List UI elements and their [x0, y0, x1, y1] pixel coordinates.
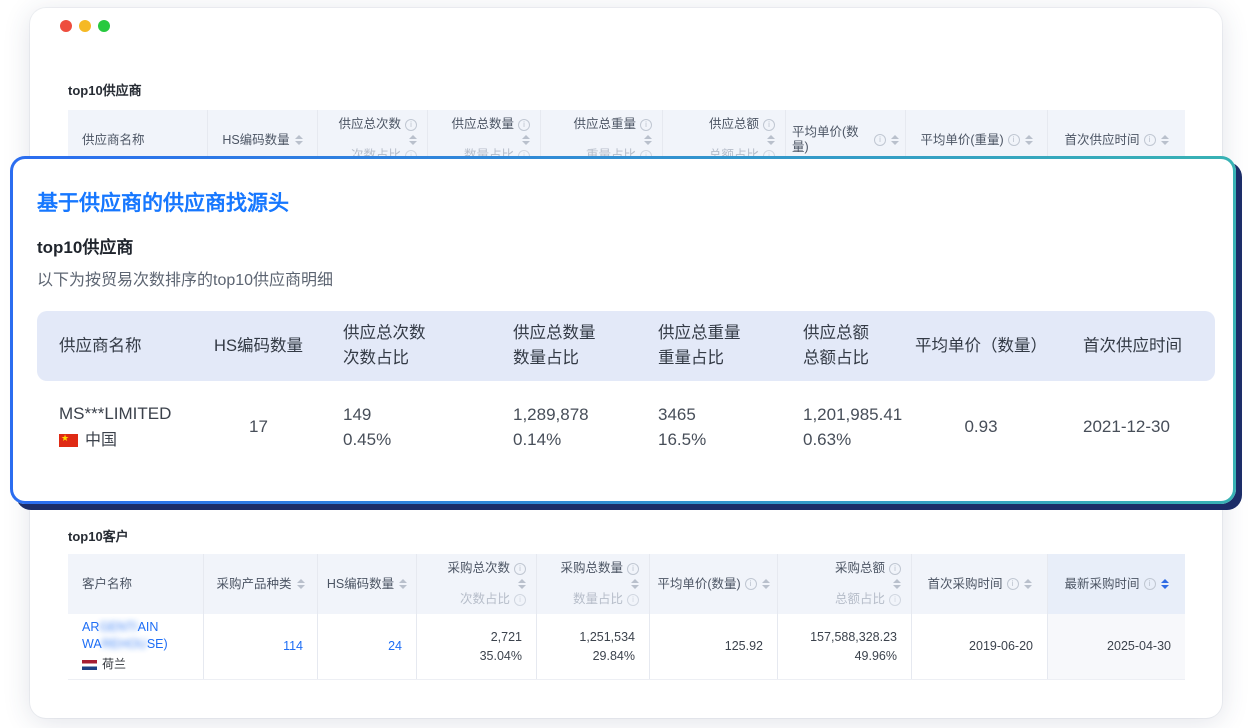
col-header-product-types[interactable]: 采购产品种类: [204, 554, 318, 614]
info-icon[interactable]: [514, 594, 526, 606]
sort-icon[interactable]: [297, 579, 305, 589]
hs-code-count-cell: 24: [318, 614, 417, 679]
supplier-section-title: top10供应商: [68, 80, 142, 99]
china-flag-icon: [59, 434, 78, 447]
info-icon[interactable]: [889, 563, 901, 575]
info-icon[interactable]: [405, 119, 417, 131]
customer-section-title: top10客户: [68, 526, 129, 545]
window-controls: [60, 20, 110, 32]
col-header-hs-code-count[interactable]: HS编码数量: [318, 554, 417, 614]
info-icon[interactable]: [640, 119, 652, 131]
callout-panel: 基于供应商的供应商找源头 top10供应商 以下为按贸易次数排序的top10供应…: [10, 156, 1236, 504]
sort-icon[interactable]: [644, 135, 652, 145]
callout-section-title: top10供应商: [37, 233, 133, 258]
col-header-avg-price-qty[interactable]: 平均单价(数量): [650, 554, 778, 614]
info-icon[interactable]: [514, 563, 526, 575]
maximize-window-button[interactable]: [98, 20, 110, 32]
col-header-customer-name[interactable]: 客户名称: [68, 554, 204, 614]
col-header-first-purchase-date[interactable]: 首次采购时间: [912, 554, 1048, 614]
callout-title: 基于供应商的供应商找源头: [37, 187, 289, 217]
first-supply-date-cell: 2021-12-30: [1061, 381, 1215, 473]
info-icon[interactable]: [627, 594, 639, 606]
total-supply-amount-cell: 1,201,985.410.63%: [781, 381, 901, 473]
col-header-avg-price-qty: 平均单价（数量）: [901, 311, 1061, 381]
sort-icon[interactable]: [399, 579, 407, 589]
customer-table-row: ARGENTIAINWAREHOUSE) 荷兰 114 24 2,721 35.…: [68, 614, 1185, 680]
col-header-total-purchase-amount[interactable]: 采购总额 总额占比: [778, 554, 912, 614]
col-header-total-purchase-qty[interactable]: 采购总数量 数量占比: [537, 554, 650, 614]
col-header-total-supply-amount: 供应总额总额占比: [781, 311, 901, 381]
col-header-total-supply-times: 供应总次数次数占比: [321, 311, 491, 381]
netherlands-flag-icon: [82, 660, 97, 670]
total-purchase-times-cell: 2,721 35.04%: [417, 614, 537, 679]
sort-icon-active[interactable]: [1161, 579, 1169, 589]
customer-table-header: 客户名称 采购产品种类 HS编码数量 采购总次数 次数占比 采购总数量 数量占比: [68, 554, 1185, 614]
info-icon[interactable]: [763, 119, 775, 131]
info-icon[interactable]: [874, 134, 886, 146]
info-icon[interactable]: [518, 119, 530, 131]
info-icon[interactable]: [1007, 578, 1019, 590]
total-supply-qty-cell: 1,289,8780.14%: [491, 381, 636, 473]
supplier-name-cell: MS***LIMITED 中国: [37, 381, 196, 473]
sort-icon[interactable]: [518, 579, 526, 589]
product-types-cell: 114: [204, 614, 318, 679]
first-purchase-date-cell: 2019-06-20: [912, 614, 1048, 679]
total-purchase-qty-cell: 1,251,534 29.84%: [537, 614, 650, 679]
info-icon[interactable]: [1144, 134, 1156, 146]
avg-price-cell: 0.93: [901, 381, 1061, 473]
col-header-first-supply-date: 首次供应时间: [1061, 311, 1215, 381]
total-supply-weight-cell: 346516.5%: [636, 381, 781, 473]
sort-icon[interactable]: [1024, 579, 1032, 589]
sort-icon[interactable]: [1161, 135, 1169, 145]
redacted-text: GENTI: [99, 620, 137, 634]
col-header-latest-purchase-date[interactable]: 最新采购时间: [1048, 554, 1185, 614]
sort-icon[interactable]: [409, 135, 417, 145]
info-icon[interactable]: [627, 563, 639, 575]
callout-table-row: MS***LIMITED 中国 17 1490.45% 1,289,8780.1…: [37, 381, 1215, 473]
callout-subtitle: 以下为按贸易次数排序的top10供应商明细: [37, 266, 333, 290]
col-header-supplier-name: 供应商名称: [37, 311, 196, 381]
supplier-country: 中国: [59, 429, 196, 453]
sort-icon[interactable]: [631, 579, 639, 589]
product-types-link[interactable]: 114: [283, 637, 303, 655]
col-header-total-supply-weight: 供应总重量重量占比: [636, 311, 781, 381]
sort-icon[interactable]: [893, 579, 901, 589]
col-header-total-purchase-times[interactable]: 采购总次数 次数占比: [417, 554, 537, 614]
callout-content: 基于供应商的供应商找源头 top10供应商 以下为按贸易次数排序的top10供应…: [13, 159, 1233, 501]
hs-code-count-cell: 17: [196, 381, 321, 473]
customer-country: 荷兰: [82, 656, 126, 673]
avg-price-cell: 125.92: [650, 614, 778, 679]
info-icon[interactable]: [1144, 578, 1156, 590]
sort-icon[interactable]: [767, 135, 775, 145]
sort-icon[interactable]: [1025, 135, 1033, 145]
sort-icon[interactable]: [891, 135, 899, 145]
col-header-hs-code-count: HS编码数量: [196, 311, 321, 381]
hs-code-count-link[interactable]: 24: [388, 637, 402, 655]
latest-purchase-date-cell: 2025-04-30: [1048, 614, 1185, 679]
sort-icon[interactable]: [762, 579, 770, 589]
sort-icon[interactable]: [295, 135, 303, 145]
customer-table: 客户名称 采购产品种类 HS编码数量 采购总次数 次数占比 采购总数量 数量占比: [68, 554, 1185, 680]
info-icon[interactable]: [1008, 134, 1020, 146]
total-purchase-amount-cell: 157,588,328.23 49.96%: [778, 614, 912, 679]
customer-name-link[interactable]: ARGENTIAINWAREHOUSE): [82, 619, 168, 653]
redacted-text: REHOU: [102, 637, 147, 651]
customer-name-cell: ARGENTIAINWAREHOUSE) 荷兰: [68, 614, 204, 679]
info-icon[interactable]: [745, 578, 757, 590]
close-window-button[interactable]: [60, 20, 72, 32]
sort-icon[interactable]: [522, 135, 530, 145]
info-icon[interactable]: [889, 594, 901, 606]
total-supply-times-cell: 1490.45%: [321, 381, 491, 473]
minimize-window-button[interactable]: [79, 20, 91, 32]
col-header-total-supply-qty: 供应总数量数量占比: [491, 311, 636, 381]
callout-table-header: 供应商名称 HS编码数量 供应总次数次数占比 供应总数量数量占比 供应总重量重量…: [37, 311, 1215, 381]
